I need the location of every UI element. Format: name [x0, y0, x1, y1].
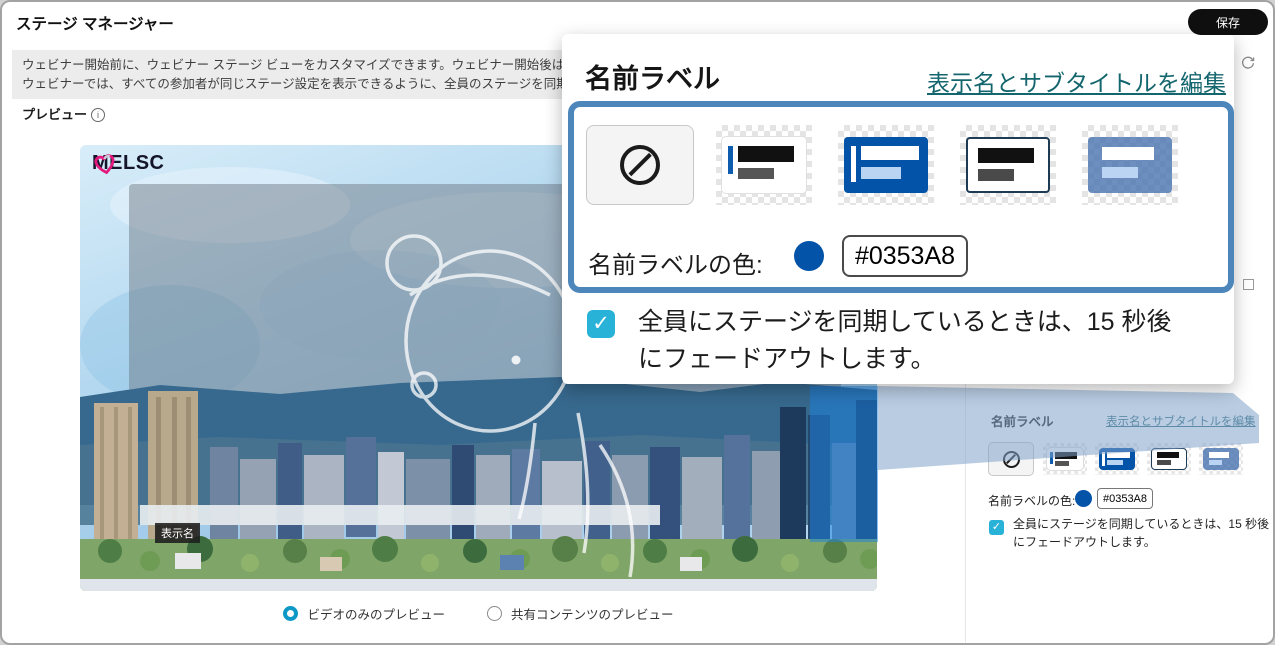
callout-sync-text-line1: 全員にステージを同期しているときは、15 秒後	[638, 302, 1172, 338]
callout-sync-text-line2: にフェードアウトします。	[638, 339, 936, 375]
refresh-icon[interactable]	[1240, 55, 1256, 71]
callout-name-label-heading: 名前ラベル	[585, 57, 720, 96]
preview-section-label: プレビューi	[22, 104, 105, 123]
style-option-translucent[interactable]	[1199, 443, 1243, 475]
style-option-outline-large[interactable]	[960, 125, 1056, 205]
radio-shared-content[interactable]: 共有コンテンツのプレビュー	[487, 604, 674, 623]
panel-edit-display-name-link[interactable]: 表示名とサブタイトルを編集	[1106, 413, 1256, 429]
heart-logo-icon	[90, 150, 120, 178]
style-option-outline[interactable]	[1147, 443, 1191, 475]
style-option-none-large[interactable]	[586, 125, 694, 205]
style-option-filled-blue[interactable]	[1095, 443, 1139, 475]
callout-color-label: 名前ラベルの色:	[588, 245, 763, 280]
panel-color-value-input[interactable]	[1097, 488, 1153, 509]
panel-sync-text-line2: にフェードアウトします。	[1013, 533, 1156, 550]
panel-color-label: 名前ラベルの色:	[988, 492, 1075, 509]
radio-video-only[interactable]: ビデオのみのプレビュー	[283, 604, 445, 623]
prohibition-icon	[1003, 451, 1020, 468]
callout-color-swatch[interactable]	[794, 241, 824, 271]
callout-highlight-box: 名前ラベルの色:	[568, 101, 1234, 293]
radio-unselected-icon[interactable]	[487, 606, 502, 621]
preview-mode-radios: ビデオのみのプレビュー 共有コンテンツのプレビュー	[80, 604, 877, 623]
callout-sync-checkbox[interactable]: ✓	[587, 310, 615, 338]
callout-color-value-input[interactable]	[842, 235, 968, 277]
prohibition-icon	[620, 145, 660, 185]
melsc-logo: MELSC	[92, 152, 165, 175]
style-option-translucent-large[interactable]	[1082, 125, 1178, 205]
panel-color-swatch[interactable]	[1075, 490, 1092, 507]
style-option-none[interactable]	[988, 442, 1034, 476]
style-option-filled-blue-large[interactable]	[838, 125, 934, 205]
callout-edit-display-name-link[interactable]: 表示名とサブタイトルを編集	[927, 64, 1226, 98]
panel-sync-checkbox[interactable]: ✓	[989, 520, 1004, 535]
page-title: ステージ マネージャー	[16, 12, 174, 34]
panel-name-label-heading: 名前ラベル	[991, 411, 1054, 430]
style-option-accent-light-large[interactable]	[716, 125, 812, 205]
radio-selected-icon[interactable]	[283, 606, 298, 621]
style-option-accent-light[interactable]	[1043, 443, 1087, 475]
panel-sync-text-line1: 全員にステージを同期しているときは、15 秒後	[1013, 515, 1269, 532]
info-icon[interactable]: i	[91, 108, 105, 122]
display-name-tag: 表示名	[155, 523, 200, 543]
stage-manager-window: ステージ マネージャー 保存 ウェビナー開始前に、ウェビナー ステージ ビューを…	[0, 0, 1275, 645]
save-button[interactable]: 保存	[1188, 9, 1268, 35]
name-label-callout: 名前ラベル 表示名とサブタイトルを編集	[562, 34, 1234, 384]
resize-handle[interactable]	[1243, 279, 1254, 290]
